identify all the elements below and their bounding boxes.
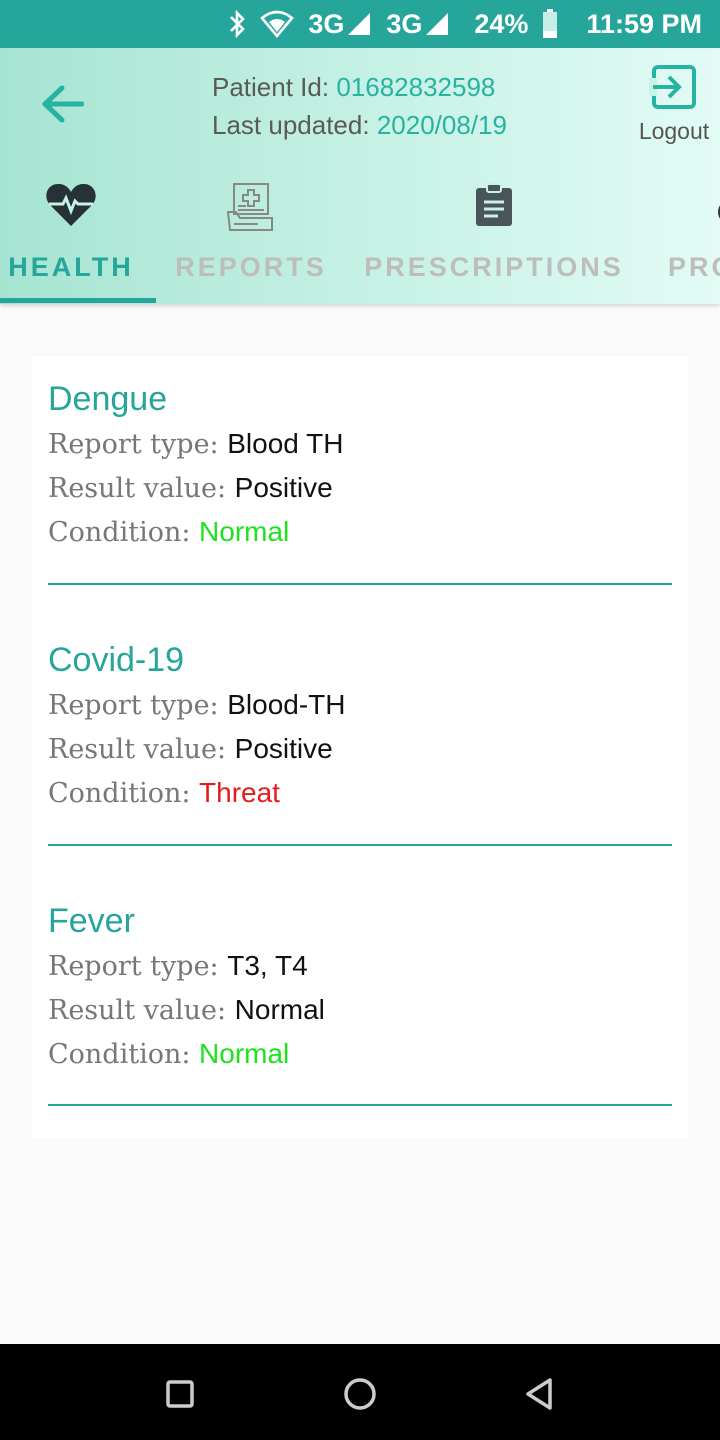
signal-icon xyxy=(348,13,371,35)
card-divider xyxy=(48,844,672,846)
patient-id-line: Patient Id: 01682832598 xyxy=(212,68,507,106)
report-type-label: Report type: xyxy=(48,429,228,460)
report-type-row: Report type: T3, T4 xyxy=(48,944,672,988)
signal-icon xyxy=(426,13,449,35)
condition-value: Normal xyxy=(199,1038,290,1069)
back-nav-button[interactable] xyxy=(520,1374,560,1414)
battery-icon xyxy=(542,9,558,39)
condition-label: Condition: xyxy=(48,778,200,809)
heart-pulse-icon xyxy=(46,183,96,226)
tab-indicator xyxy=(0,298,156,303)
battery-percent: 24% xyxy=(474,8,529,39)
logout-icon xyxy=(649,65,696,109)
health-record-list: Dengue Report type: Blood TH Result valu… xyxy=(32,356,688,1138)
result-value-row: Result value: Positive xyxy=(48,466,672,510)
report-type-value: Blood TH xyxy=(227,428,344,459)
tab-label: PRESCRIPTIONS xyxy=(364,252,624,282)
record-title: Fever xyxy=(48,902,135,940)
network-type-1: 3G xyxy=(308,8,345,39)
back-button[interactable] xyxy=(36,82,88,126)
report-type-row: Report type: Blood-TH xyxy=(48,683,672,727)
clipboard-icon xyxy=(476,183,512,226)
wifi-icon xyxy=(260,10,295,38)
result-value-label: Result value: xyxy=(48,995,235,1026)
patient-info: Patient Id: 01682832598 Last updated: 20… xyxy=(212,68,507,144)
cell-signal-2: 3G xyxy=(386,9,450,40)
status-bar: 3G 3G 24% 11:59 PM xyxy=(0,0,720,48)
bluetooth-icon xyxy=(228,10,246,38)
condition-row: Condition: Normal xyxy=(48,510,672,554)
profile-icon xyxy=(718,205,720,219)
record-card-covid-19[interactable]: Covid-19 Report type: Blood-TH Result va… xyxy=(32,617,688,878)
last-updated-label: Last updated: xyxy=(212,110,377,140)
result-value-row: Result value: Normal xyxy=(48,988,672,1032)
logout-label: Logout xyxy=(638,118,710,144)
record-title: Covid-19 xyxy=(48,641,185,679)
recents-button[interactable] xyxy=(160,1374,200,1414)
arrow-left-icon xyxy=(42,85,84,123)
report-type-row: Report type: Blood TH xyxy=(48,422,672,466)
tab-label: PRO xyxy=(668,252,720,282)
home-button[interactable] xyxy=(340,1374,380,1414)
cell-signal-1: 3G xyxy=(308,9,372,40)
network-type-2: 3G xyxy=(386,8,423,39)
card-divider xyxy=(48,1104,672,1106)
condition-value: Normal xyxy=(199,516,290,547)
result-value-value: Positive xyxy=(234,733,333,764)
tab-profile[interactable]: PRO xyxy=(660,174,720,304)
clock: 11:59 PM xyxy=(586,8,702,39)
tab-label: REPORTS xyxy=(175,252,327,282)
result-value-value: Normal xyxy=(234,994,325,1025)
result-value-label: Result value: xyxy=(48,473,235,504)
logout-button[interactable]: Logout xyxy=(634,62,714,145)
result-value-row: Result value: Positive xyxy=(48,727,672,771)
condition-row: Condition: Normal xyxy=(48,1032,672,1076)
report-type-label: Report type: xyxy=(48,951,228,982)
result-value-label: Result value: xyxy=(48,734,235,765)
condition-label: Condition: xyxy=(48,1039,200,1070)
patient-id-value: 01682832598 xyxy=(336,72,496,102)
tab-prescriptions[interactable]: PRESCRIPTIONS xyxy=(362,174,626,304)
result-value-value: Positive xyxy=(234,472,333,503)
condition-label: Condition: xyxy=(48,517,200,548)
last-updated-value: 2020/08/19 xyxy=(376,110,507,140)
report-type-label: Report type: xyxy=(48,690,228,721)
record-title: Dengue xyxy=(48,380,168,418)
tab-reports[interactable]: REPORTS xyxy=(172,174,330,304)
tab-health[interactable]: HEALTH xyxy=(0,174,142,304)
condition-value: Threat xyxy=(199,777,280,808)
patient-id-label: Patient Id: xyxy=(212,72,337,102)
card-divider xyxy=(48,583,672,585)
app-header: Patient Id: 01682832598 Last updated: 20… xyxy=(0,48,720,304)
tab-label: HEALTH xyxy=(8,252,134,282)
report-type-value: Blood-TH xyxy=(227,689,346,720)
last-updated-line: Last updated: 2020/08/19 xyxy=(212,106,507,144)
report-type-value: T3, T4 xyxy=(227,950,308,981)
tab-bar: HEALTH REPORTS PRESCRIPTIONS PRO xyxy=(0,174,720,304)
record-card-dengue[interactable]: Dengue Report type: Blood TH Result valu… xyxy=(32,356,688,617)
condition-row: Condition: Threat xyxy=(48,771,672,815)
medical-report-icon xyxy=(226,183,273,231)
record-card-fever[interactable]: Fever Report type: T3, T4 Result value: … xyxy=(32,878,688,1138)
system-nav-bar xyxy=(0,1344,720,1440)
